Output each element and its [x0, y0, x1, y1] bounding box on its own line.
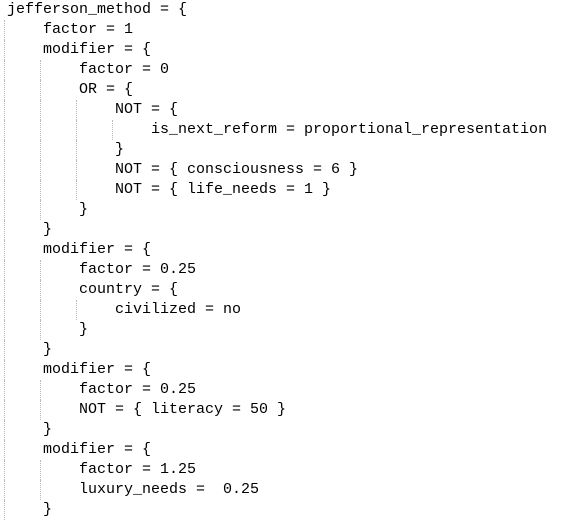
code-text: modifier = { — [43, 41, 152, 58]
code-text: } — [115, 141, 125, 158]
code-text: modifier = { — [43, 241, 152, 258]
indent-guide — [76, 160, 77, 180]
indent-guide — [4, 240, 5, 260]
indent-guide — [4, 280, 5, 300]
indent-guide — [76, 140, 77, 160]
indent-guide — [4, 60, 5, 80]
indent-guide — [40, 400, 41, 420]
indent-guide — [40, 100, 41, 120]
code-text: modifier = { — [43, 361, 152, 378]
code-text: country = { — [79, 281, 179, 298]
indent-guide — [4, 80, 5, 100]
indent-guide — [4, 420, 5, 440]
code-text: civilized = no — [115, 301, 242, 318]
indent-guide — [40, 260, 41, 280]
code-text: OR = { — [79, 81, 134, 98]
code-text: factor = 0.25 — [79, 261, 197, 278]
code-text: } — [43, 501, 53, 518]
indent-guide — [4, 320, 5, 340]
indent-guide — [112, 120, 113, 140]
indent-guide — [4, 160, 5, 180]
code-text: factor = 1 — [43, 21, 134, 38]
indent-guide — [4, 100, 5, 120]
code-text: NOT = { — [115, 101, 179, 118]
code-text: factor = 0.25 — [79, 381, 197, 398]
code-text: NOT = { literacy = 50 } — [79, 401, 287, 418]
code-text: } — [43, 341, 53, 358]
indent-guide — [40, 160, 41, 180]
indent-guide — [40, 180, 41, 200]
code-text: } — [79, 201, 89, 218]
indent-guide — [76, 100, 77, 120]
indent-guide — [4, 120, 5, 140]
indent-guide — [4, 340, 5, 360]
code-text: jefferson_method = { — [7, 1, 188, 18]
indent-guide — [40, 300, 41, 320]
code-text: is_next_reform = proportional_representa… — [151, 121, 548, 138]
indent-guide — [40, 280, 41, 300]
indent-guide — [4, 20, 5, 40]
indent-guide — [4, 480, 5, 500]
code-text: } — [43, 221, 53, 238]
code-text: modifier = { — [43, 441, 152, 458]
indent-guide — [40, 480, 41, 500]
code-text: } — [79, 321, 89, 338]
indent-guide — [4, 300, 5, 320]
indent-guide — [40, 120, 41, 140]
code-text: luxury_needs = 0.25 — [79, 481, 260, 498]
indent-guide — [40, 80, 41, 100]
code-text: factor = 0 — [79, 61, 170, 78]
indent-guide — [4, 260, 5, 280]
indent-guide — [4, 220, 5, 240]
indent-guide — [4, 200, 5, 220]
code-text: NOT = { consciousness = 6 } — [115, 161, 359, 178]
indent-guide — [4, 180, 5, 200]
indent-guide — [40, 200, 41, 220]
indent-guide — [40, 60, 41, 80]
code-text: NOT = { life_needs = 1 } — [115, 181, 332, 198]
indent-guide — [76, 180, 77, 200]
code-text: factor = 1.25 — [79, 461, 197, 478]
indent-guide — [40, 380, 41, 400]
indent-guide — [4, 380, 5, 400]
code-text: } — [43, 421, 53, 438]
indent-guide — [4, 400, 5, 420]
indent-guide — [76, 120, 77, 140]
indent-guide — [40, 320, 41, 340]
indent-guide — [4, 360, 5, 380]
indent-guide — [4, 500, 5, 520]
indent-guide — [4, 140, 5, 160]
indent-guide — [40, 460, 41, 480]
indent-guide — [4, 460, 5, 480]
indent-guide — [76, 300, 77, 320]
indent-guide — [4, 440, 5, 460]
indent-guide — [40, 140, 41, 160]
indent-guide — [4, 40, 5, 60]
